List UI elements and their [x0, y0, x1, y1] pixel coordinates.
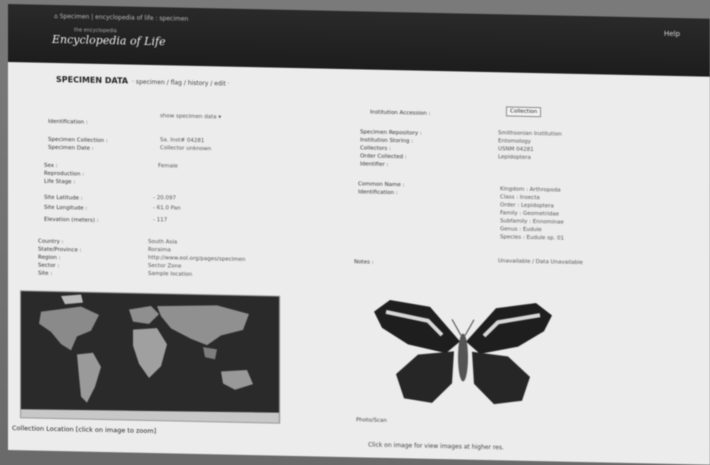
specimen-page: SPECIMEN DATA · specimen / flag / history…	[8, 62, 710, 465]
field-label-common-name: Common Name :	[358, 181, 405, 189]
field-value-sex: Female	[158, 163, 178, 170]
site-logo[interactable]: Encyclopedia of Life	[52, 33, 166, 48]
field-label-longitude: Site Longitude :	[44, 204, 88, 212]
field-label-collection: Specimen Collection :	[48, 136, 108, 145]
monitor-frame: ⌂ Specimen | encyclopedia of life : spec…	[0, 0, 710, 465]
field-label-storing: Institution Storing :	[360, 137, 413, 145]
collection-location-map[interactable]	[20, 290, 280, 424]
field-value-repository: Smithsonian Institution	[498, 130, 562, 138]
region-link[interactable]: http://www.eol.org/pages/specimen	[148, 255, 245, 263]
field-value-notes: Unavailable / Data Unavailable	[498, 258, 583, 267]
taxon-class[interactable]: Class : Insecta	[500, 194, 540, 201]
field-label-country: Country :	[38, 238, 64, 246]
image-credit: Photo/Scan	[356, 417, 387, 424]
taxon-subfamily[interactable]: Subfamily : Ennominae	[500, 218, 564, 225]
taxon-family[interactable]: Family : Geometridae	[500, 210, 559, 217]
field-label-site: Site :	[38, 270, 53, 277]
field-label-identification: Identification :	[48, 118, 88, 126]
field-value-order-collected: Lepidoptera	[498, 154, 531, 161]
field-value-collectors: USNM 04281	[498, 146, 534, 154]
collection-button[interactable]: Collection	[506, 106, 542, 118]
field-label-latitude: Site Latitude :	[44, 194, 83, 202]
field-value-sector: Sector Zone	[148, 262, 182, 270]
taxon-species[interactable]: Species : Eudule sp. 01	[500, 234, 564, 241]
image-caption-link[interactable]: Click on image for view images at higher…	[368, 442, 504, 452]
field-label-repository: Specimen Repository :	[360, 129, 422, 137]
taxon-kingdom[interactable]: Kingdom : Arthropoda	[500, 186, 561, 193]
page-title-text: SPECIMEN DATA	[56, 75, 129, 86]
field-label-reproduction: Reproduction :	[44, 170, 85, 178]
field-value-latitude: - 20.097	[153, 195, 176, 202]
field-label-sector: Sector :	[38, 262, 60, 270]
specimen-image[interactable]	[368, 292, 558, 416]
field-value-collection: Sa. Inst# 04281	[160, 137, 205, 145]
taxon-order[interactable]: Order : Lepidoptera	[500, 202, 554, 209]
map-caption-link[interactable]: Collection Location [click on image to z…	[12, 424, 156, 435]
help-link[interactable]: Help	[664, 30, 680, 38]
field-label-notes: Notes :	[354, 259, 374, 266]
field-label-date: Specimen Date :	[48, 144, 94, 152]
field-label-identifier: Identifier :	[360, 161, 389, 168]
field-value-date: Collector unknown	[160, 145, 212, 153]
field-label-collectors: Collectors :	[360, 145, 391, 153]
field-value-storing: Entomology	[498, 138, 531, 145]
field-label-accession: Institution Accession :	[370, 109, 431, 117]
field-label-state: State/Province :	[38, 246, 82, 254]
field-value-elevation: - 117	[153, 217, 168, 224]
field-value-longitude: - 61.0 Pan	[153, 205, 181, 212]
moth-icon	[374, 300, 552, 405]
page-title: SPECIMEN DATA · specimen / flag / history…	[56, 75, 230, 88]
field-label-sex: Sex :	[44, 162, 58, 170]
field-label-identification-right: Identification :	[358, 189, 398, 197]
field-label-life-stage: Life Stage :	[44, 178, 76, 186]
field-value-site: Sample location	[148, 270, 193, 278]
browser-screen: ⌂ Specimen | encyclopedia of life : spec…	[8, 4, 710, 465]
page-title-links[interactable]: · specimen / flag / history / edit ·	[132, 79, 230, 88]
world-map-graphic	[21, 291, 279, 423]
breadcrumb[interactable]: ⌂ Specimen | encyclopedia of life : spec…	[54, 13, 188, 23]
field-label-elevation: Elevation (meters) :	[44, 216, 99, 224]
taxon-genus[interactable]: Genus : Eudule	[500, 226, 542, 233]
field-label-order-collected: Order Collected :	[360, 153, 407, 161]
identification-dropdown[interactable]: show specimen data ▾	[160, 113, 221, 120]
field-label-region: Region :	[38, 254, 61, 262]
field-value-state: Roraima	[148, 246, 171, 254]
field-value-country: South Asia	[148, 238, 178, 246]
